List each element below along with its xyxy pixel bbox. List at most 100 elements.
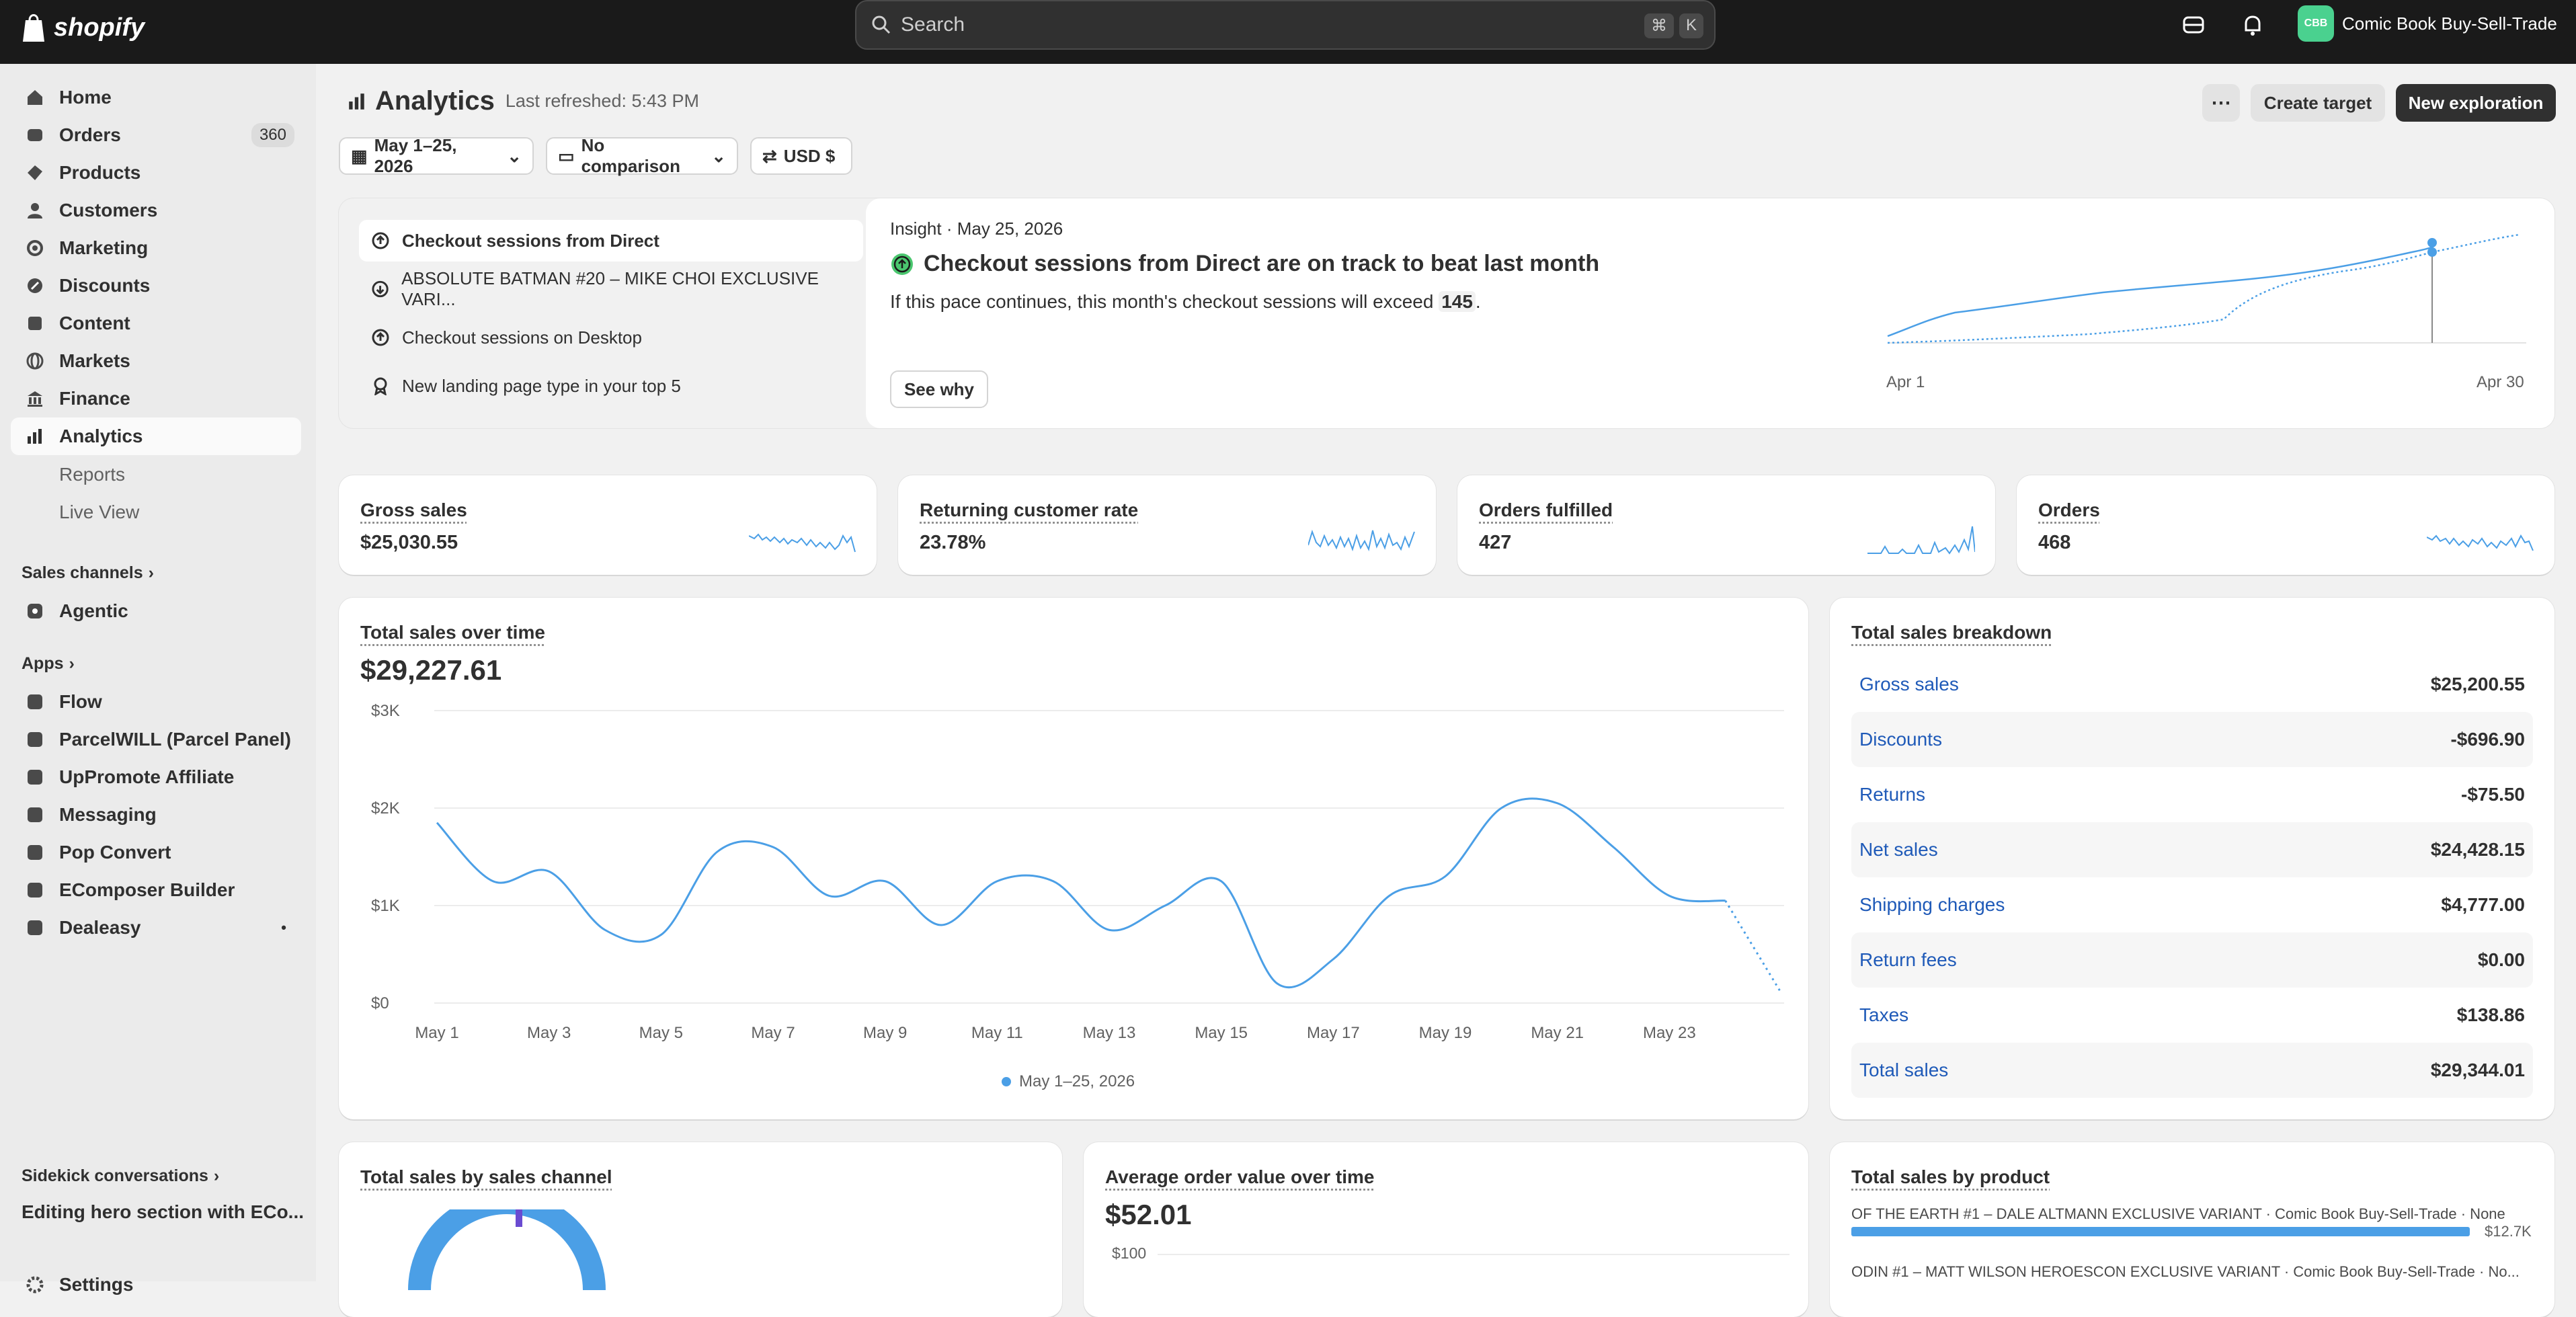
kpi-card-gross-sales[interactable]: Gross sales $25,030.55 <box>339 475 877 575</box>
product-bar <box>1851 1227 2470 1236</box>
shopify-bag-icon <box>23 14 44 42</box>
insight-label: New landing page type in your top 5 <box>402 375 681 396</box>
sidebar-item-customers[interactable]: Customers <box>11 192 301 229</box>
breakdown-link[interactable]: Taxes <box>1859 1004 1908 1026</box>
insight-body-text: If this pace continues, this month's che… <box>890 291 1439 312</box>
x-tick-label: May 9 <box>863 1024 907 1042</box>
sidebar-channel-agentic[interactable]: Agentic <box>11 592 301 630</box>
sidebar-app-dealeasy[interactable]: Dealeasy • <box>11 909 301 947</box>
date-range-picker[interactable]: ▦ May 1–25, 2026 ⌄ <box>339 135 534 176</box>
breakdown-row: Taxes $138.86 <box>1851 988 2533 1043</box>
insight-list-item[interactable]: ABSOLUTE BATMAN #20 – MIKE CHOI EXCLUSIV… <box>359 268 863 310</box>
sidebar-subitem-reports[interactable]: Reports <box>59 464 125 485</box>
ecomposer-app-icon <box>28 883 42 897</box>
breakdown-link[interactable]: Return fees <box>1859 949 1957 971</box>
sidebar-item-label: EComposer Builder <box>59 879 235 900</box>
sidebar-app-flow[interactable]: Flow <box>11 683 301 721</box>
x-tick-label: May 19 <box>1419 1024 1472 1042</box>
breakdown-link[interactable]: Net sales <box>1859 839 1938 861</box>
calendar-icon: ▦ <box>351 145 368 166</box>
sidebar-item-marketing[interactable]: Marketing <box>11 229 301 267</box>
sales-by-channel-card: Total sales by sales channel <box>339 1142 1062 1317</box>
breakdown-link[interactable]: Returns <box>1859 784 1925 805</box>
chevron-down-icon: ⌄ <box>507 145 522 166</box>
breakdown-link[interactable]: Discounts <box>1859 729 1942 750</box>
exchange-icon: ⇄ <box>762 145 777 166</box>
insight-list-item[interactable]: New landing page type in your top 5 <box>359 365 863 407</box>
x-tick-label: May 17 <box>1307 1024 1360 1042</box>
cmd-key: ⌘ <box>1644 13 1674 38</box>
aov-ytick: $100 <box>1112 1244 1147 1262</box>
inbox-icon[interactable] <box>2181 12 2206 38</box>
product-row-label[interactable]: OF THE EARTH #1 – DALE ALTMANN EXCLUSIVE… <box>1851 1205 2505 1223</box>
more-actions-button[interactable]: ⋯ <box>2202 84 2240 122</box>
sidebar-item-label: Analytics <box>59 426 143 446</box>
aov-value: $52.01 <box>1105 1199 1192 1230</box>
sidebar-item-label: Agentic <box>59 600 128 621</box>
kpi-label: Returning customer rate <box>920 500 1139 520</box>
sales-channels-header[interactable]: Sales channels › <box>22 563 154 583</box>
insight-list-item[interactable]: Checkout sessions from Direct <box>359 220 863 262</box>
arrow-up-circle-icon <box>372 329 389 346</box>
sidekick-header[interactable]: Sidekick conversations › <box>22 1166 219 1186</box>
logo-text: shopify <box>54 13 145 42</box>
search-input[interactable]: Search ⌘ K <box>855 0 1716 50</box>
currency-picker[interactable]: ⇄ USD $ <box>750 137 852 175</box>
sidebar-app-pop-convert[interactable]: Pop Convert <box>11 834 301 871</box>
sidekick-conversation-item[interactable]: Editing hero section with ECo... <box>22 1201 304 1223</box>
breakdown-link[interactable]: Total sales <box>1859 1060 1948 1081</box>
sidebar-item-settings[interactable]: Settings <box>11 1266 301 1304</box>
sidebar-app-ecomposer[interactable]: EComposer Builder <box>11 871 301 909</box>
aov-card: Average order value over time $52.01 $10… <box>1084 1142 1808 1317</box>
comparison-picker[interactable]: ▭ No comparison ⌄ <box>546 135 738 176</box>
aov-title[interactable]: Average order value over time <box>1105 1166 1374 1188</box>
sidebar-item-orders[interactable]: Orders 360 <box>11 116 301 154</box>
insight-headline: Checkout sessions from Direct are on tra… <box>924 251 1600 276</box>
sidebar-item-label: Products <box>59 162 141 183</box>
see-why-button[interactable]: See why <box>890 370 988 408</box>
insight-list-item[interactable]: Checkout sessions on Desktop <box>359 317 863 358</box>
sidebar-subitem-live-view[interactable]: Live View <box>59 502 139 523</box>
x-tick-label: May 13 <box>1083 1024 1136 1042</box>
store-switcher[interactable]: CBB Comic Book Buy-Sell-Trade <box>2298 5 2557 42</box>
breakdown-value: $25,200.55 <box>2430 674 2525 694</box>
sidebar-item-home[interactable]: Home <box>11 79 301 116</box>
sidebar: Home Orders 360 Products Customers Market… <box>0 64 316 1295</box>
shopify-logo[interactable]: shopify <box>20 12 145 43</box>
sidebar-item-markets[interactable]: Markets <box>11 342 301 380</box>
breakdown-row: Discounts -$696.90 <box>1851 712 2533 767</box>
breakdown-link[interactable]: Shipping charges <box>1859 894 2005 916</box>
gear-icon <box>26 1276 44 1293</box>
breakdown-row: Gross sales $25,200.55 <box>1851 657 2533 712</box>
sidebar-app-parcelwill[interactable]: ParcelWILL (Parcel Panel) <box>11 721 301 758</box>
sidebar-item-finance[interactable]: Finance <box>11 380 301 417</box>
donut-segment-small <box>516 1209 522 1227</box>
orders-icon <box>28 129 42 141</box>
kpi-card-orders[interactable]: Orders 468 <box>2017 475 2554 575</box>
chart-legend: May 1–25, 2026 <box>1002 1072 1135 1091</box>
apps-header[interactable]: Apps › <box>22 654 75 674</box>
channel-title[interactable]: Total sales by sales channel <box>360 1166 612 1188</box>
currency-label: USD $ <box>783 145 836 166</box>
create-target-button[interactable]: Create target <box>2251 84 2385 122</box>
chevron-right-icon: › <box>213 1166 220 1185</box>
breakdown-title[interactable]: Total sales breakdown <box>1851 622 2052 643</box>
sidebar-item-analytics[interactable]: Analytics <box>11 417 301 455</box>
arrow-down-circle-icon <box>372 280 389 298</box>
sidebar-item-products[interactable]: Products <box>11 154 301 192</box>
kpi-card-orders-fulfilled[interactable]: Orders fulfilled 427 <box>1457 475 1995 575</box>
product-row-label[interactable]: ODIN #1 – MATT WILSON HEROESCON EXCLUSIV… <box>1851 1263 2520 1281</box>
breakdown-link[interactable]: Gross sales <box>1859 674 1959 695</box>
sidebar-app-uppromote[interactable]: UpPromote Affiliate <box>11 758 301 796</box>
bell-icon[interactable] <box>2240 12 2265 38</box>
new-exploration-button[interactable]: New exploration <box>2396 84 2556 122</box>
sidebar-item-content[interactable]: Content <box>11 305 301 342</box>
insight-body-value: 145 <box>1439 291 1476 312</box>
search-placeholder: Search <box>901 13 965 36</box>
sidebar-app-messaging[interactable]: Messaging <box>11 796 301 834</box>
comparison-label: No comparison <box>581 135 680 176</box>
kpi-card-returning-customer-rate[interactable]: Returning customer rate 23.78% <box>898 475 1436 575</box>
sidebar-item-discounts[interactable]: Discounts <box>11 267 301 305</box>
product-title[interactable]: Total sales by product <box>1851 1166 2050 1188</box>
sparkline-start-label: Apr 1 <box>1886 373 1925 391</box>
